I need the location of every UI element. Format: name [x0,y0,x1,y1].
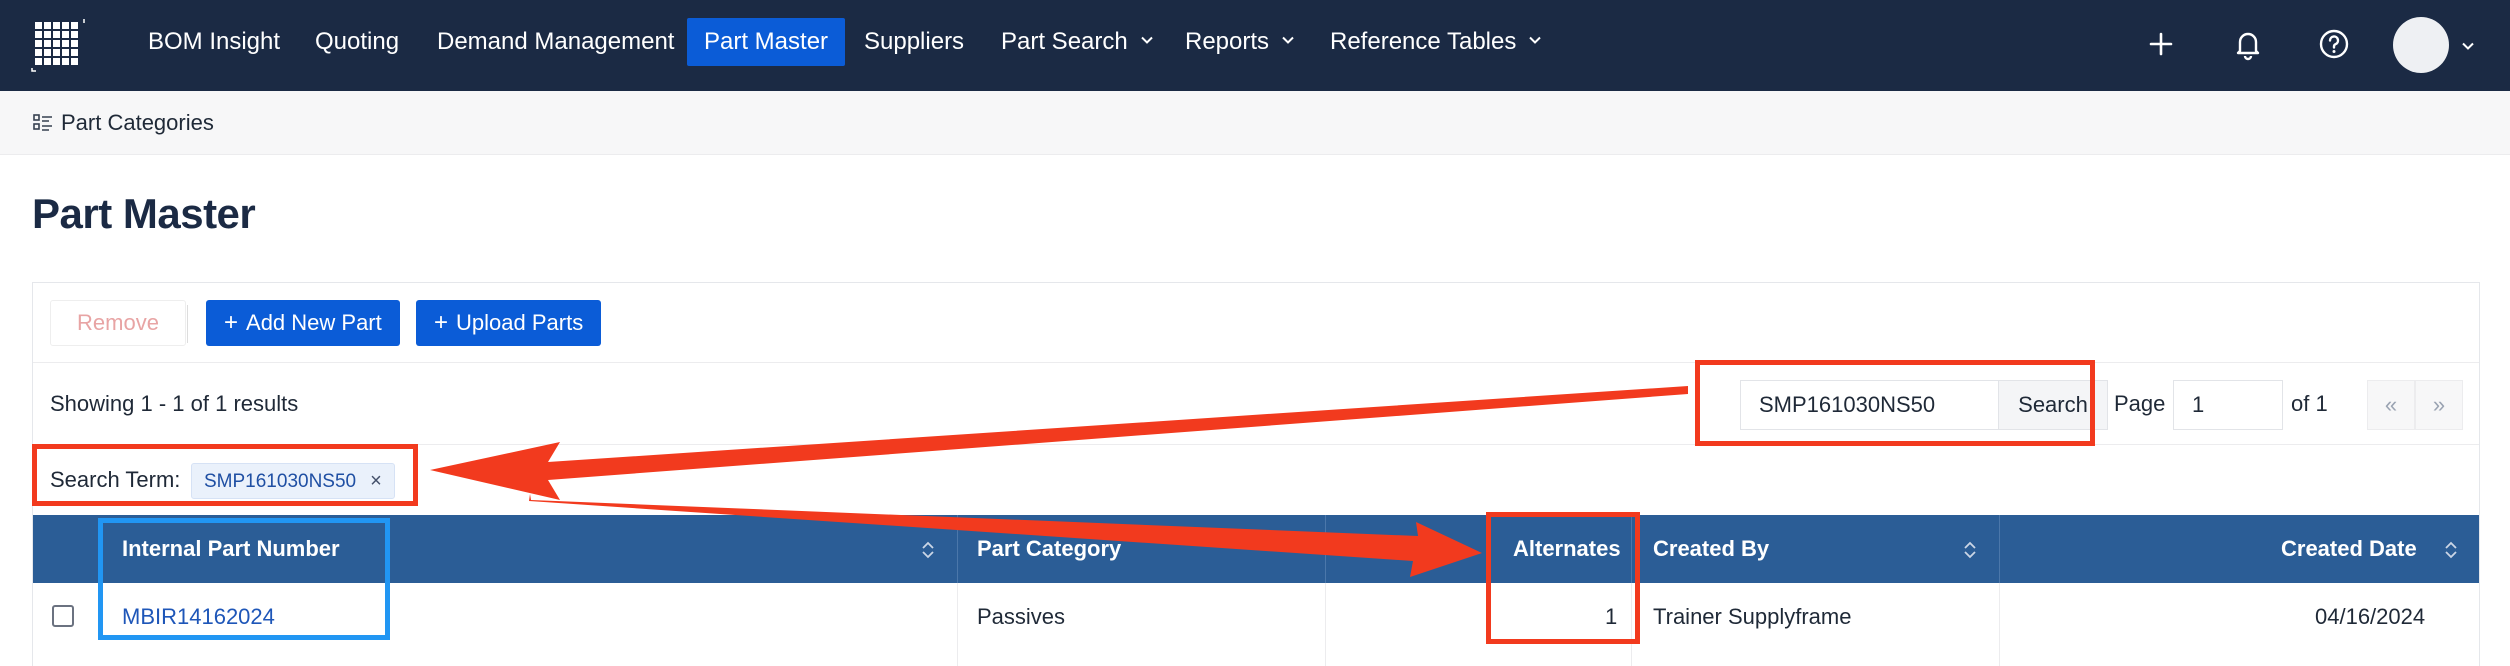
part-category-cell: Passives [977,604,1066,629]
column-divider [1631,583,1632,666]
search-term-chip: SMP161030NS50 × [191,463,395,499]
nav-item-label: Quoting [315,28,400,55]
page-label: Page [2114,391,2166,416]
nav-item-quoting[interactable]: Quoting [298,18,416,66]
column-divider [957,583,958,666]
alternates-cell[interactable]: 1 [1605,583,1617,651]
results-summary: Showing 1 - 1 of 1 results [50,391,299,416]
column-header-internal-part-number[interactable]: Internal Part Number [122,515,340,583]
first-page-button[interactable]: « [2367,380,2415,430]
table-header: Internal Part Number Part Category Alter… [33,515,2479,583]
search-input[interactable] [1740,380,1998,430]
nav-item-label: Part Master [704,28,829,55]
nav-item-label: Part Search [1001,28,1128,55]
plus-icon[interactable] [2139,22,2183,66]
add-new-part-label: Add New Part [246,310,382,335]
created-by-cell: Trainer Supplyframe [1653,604,1852,629]
upload-parts-label: Upload Parts [456,310,584,335]
page-title: Part Master [32,190,256,237]
nav-item-label: Reports [1185,28,1270,55]
search-button[interactable]: Search [1998,380,2108,430]
app-logo-grid-icon[interactable] [31,18,85,72]
nav-item-label: Demand Management [437,28,675,55]
nav-item-label: BOM Insight [148,28,281,55]
sort-icon[interactable] [1963,540,1977,560]
chevron-down-icon[interactable] [2460,38,2476,54]
chevron-down-icon [1282,36,1294,44]
help-icon[interactable] [2312,22,2356,66]
avatar[interactable] [2393,17,2449,73]
toolbar: Remove + Add New Part + Upload Parts [33,283,2479,363]
column-header-part-category[interactable]: Part Category [977,515,1121,583]
row-checkbox[interactable] [52,605,74,627]
search-term-label: Search Term: [50,467,181,492]
column-divider [957,515,958,583]
plus-icon: + [434,309,449,336]
nav-item-suppliers[interactable]: Suppliers [847,18,981,66]
next-page-button[interactable]: » [2415,380,2463,430]
add-new-part-button[interactable]: + Add New Part [206,300,400,346]
list-icon [33,114,52,131]
toolbar-divider [187,305,188,343]
search-term-value: SMP161030NS50 [204,471,357,492]
column-header-created-date[interactable]: Created Date [2281,515,2417,583]
nav-item-label: Reference Tables [1330,28,1517,55]
search-group: Search [1718,363,2130,445]
nav-item-reference-tables[interactable]: Reference Tables [1313,18,1559,66]
nav-item-part-search[interactable]: Part Search [984,18,1171,66]
part-categories-link[interactable]: Part Categories [61,91,214,155]
column-divider [1999,583,2000,666]
column-divider [1999,515,2000,583]
page-total-label: of 1 [2291,391,2328,416]
nav-item-reports[interactable]: Reports [1168,18,1312,66]
created-date-cell: 04/16/2024 [2315,604,2426,629]
chevron-down-icon [1529,36,1542,44]
column-divider [1631,515,1632,583]
column-divider [1325,515,1326,583]
plus-icon: + [224,309,239,336]
sort-icon[interactable] [2444,540,2458,560]
close-icon[interactable]: × [370,470,382,492]
top-navigation-bar: BOM Insight Quoting Demand Management Pa… [0,0,2510,91]
bell-icon[interactable] [2226,22,2270,66]
results-row: Showing 1 - 1 of 1 results Search Page o… [33,363,2479,445]
part-number-link[interactable]: MBIR14162024 [122,583,275,651]
page-number-input[interactable] [2173,380,2283,430]
chevron-down-icon [1141,36,1153,44]
part-master-panel: Remove + Add New Part + Upload Parts Showi… [32,282,2480,666]
nav-item-label: Suppliers [864,28,965,55]
sort-icon[interactable] [921,540,935,560]
nav-item-bom-insight[interactable]: BOM Insight [131,18,297,66]
remove-button[interactable]: Remove [50,300,186,346]
column-header-created-by[interactable]: Created By [1653,515,1769,583]
nav-item-demand-management[interactable]: Demand Management [420,18,691,66]
column-divider [1325,583,1326,666]
column-header-alternates[interactable]: Alternates [1513,515,1621,583]
nav-item-part-master[interactable]: Part Master [687,18,846,66]
subheader-bar: Part Categories [0,91,2510,155]
upload-parts-button[interactable]: + Upload Parts [416,300,602,346]
table-row: MBIR14162024 Passives 1 Trainer Supplyfr… [33,583,2479,666]
search-term-row: Search Term: SMP161030NS50 × [33,445,2479,515]
